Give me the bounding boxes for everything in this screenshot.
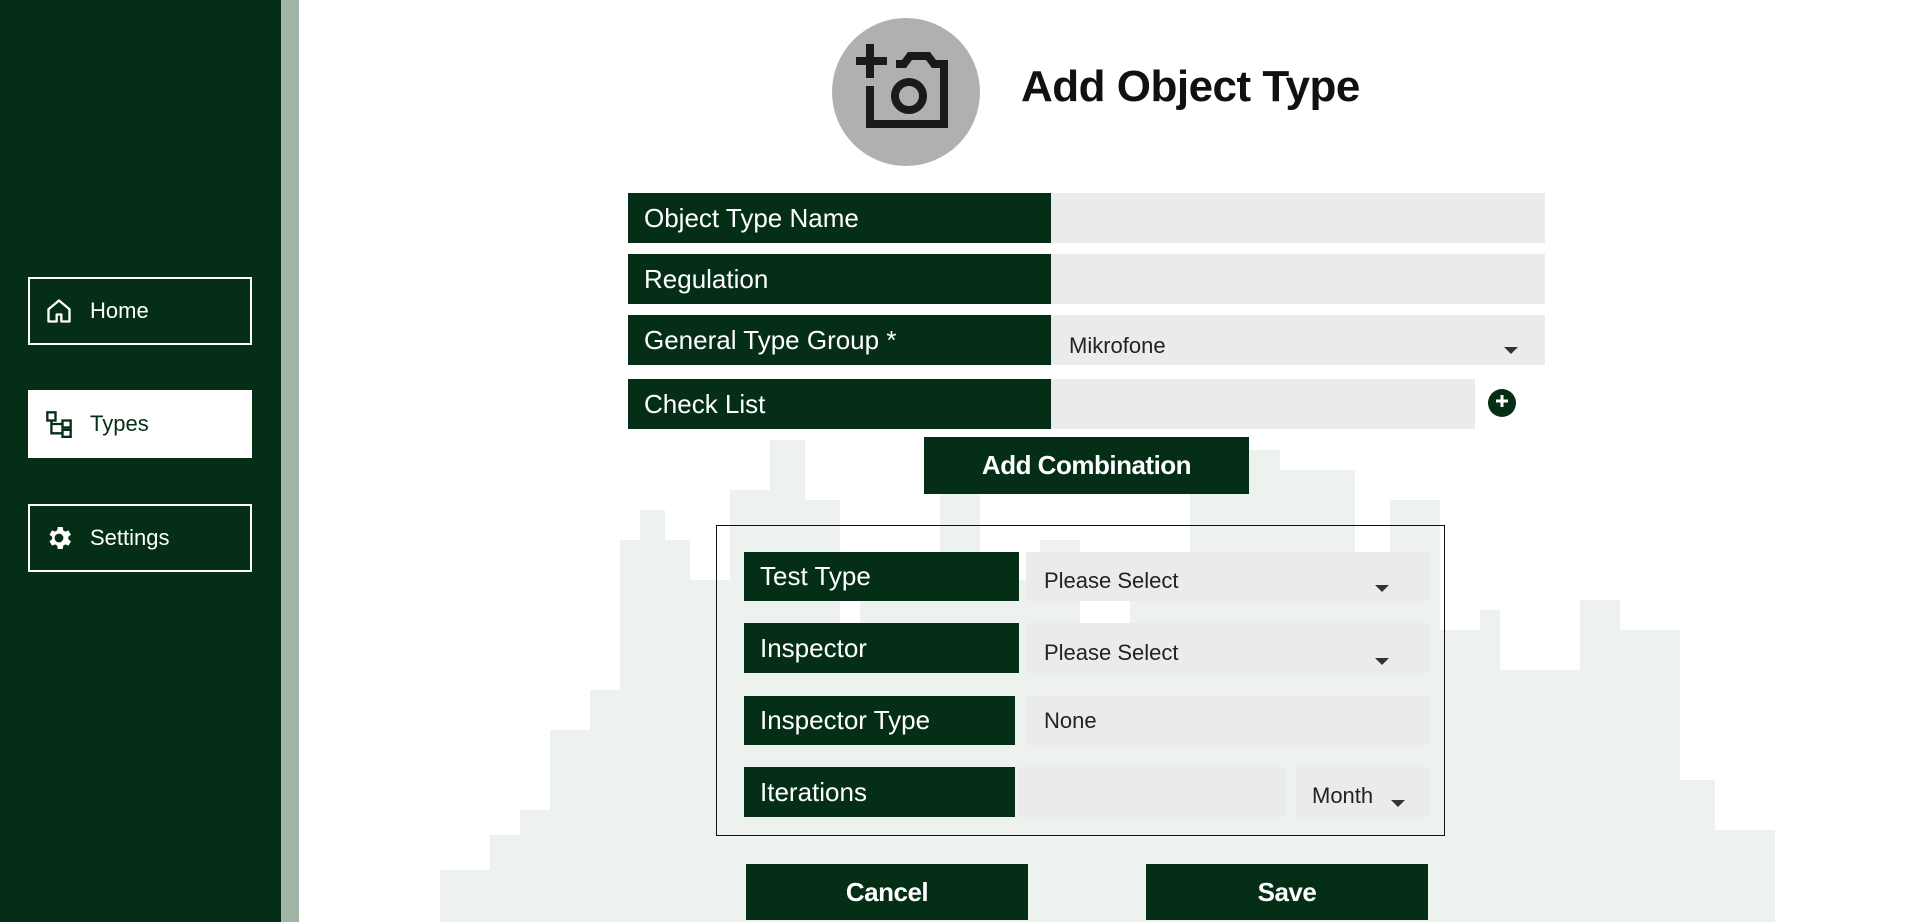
- inspector-type-value: None: [1026, 696, 1429, 745]
- iterations-label: Iterations: [744, 767, 1015, 817]
- sidebar-item-home[interactable]: Home: [28, 277, 252, 345]
- page-title: Add Object Type: [1021, 62, 1360, 111]
- regulation-input[interactable]: [1051, 254, 1545, 304]
- add-combination-button[interactable]: Add Combination: [924, 437, 1249, 494]
- add-photo-icon: [853, 40, 956, 145]
- inspector-label: Inspector: [744, 623, 1019, 673]
- home-icon: [44, 296, 74, 326]
- inspector-type-label: Inspector Type: [744, 696, 1015, 745]
- check-list-input[interactable]: [1051, 379, 1475, 429]
- general-type-group-select[interactable]: Mikrofone: [1051, 315, 1545, 365]
- regulation-label: Regulation: [628, 254, 1051, 304]
- test-type-value: Please Select: [1044, 567, 1179, 593]
- general-type-group-label: General Type Group *: [628, 315, 1051, 365]
- general-type-group-value: Mikrofone: [1069, 333, 1166, 358]
- object-type-name-input[interactable]: [1051, 193, 1545, 243]
- save-button[interactable]: Save: [1146, 864, 1428, 920]
- check-list-label: Check List: [628, 379, 1051, 429]
- sidebar-item-types[interactable]: Types: [28, 390, 252, 458]
- iterations-input[interactable]: [1017, 767, 1285, 817]
- object-type-name-label: Object Type Name: [628, 193, 1051, 243]
- sidebar-item-label: Types: [90, 411, 149, 436]
- hierarchy-icon: [44, 409, 74, 439]
- chevron-down-icon: [1375, 658, 1389, 665]
- cancel-button[interactable]: Cancel: [746, 864, 1028, 920]
- chevron-down-icon: [1504, 347, 1518, 354]
- test-type-select[interactable]: Please Select: [1026, 552, 1429, 601]
- sidebar-item-settings[interactable]: Settings: [28, 504, 252, 572]
- iterations-unit-select[interactable]: Month: [1296, 767, 1429, 817]
- chevron-down-icon: [1375, 585, 1389, 592]
- inspector-select[interactable]: Please Select: [1026, 623, 1429, 673]
- sidebar: Home Types Settings: [0, 0, 281, 922]
- sidebar-item-label: Settings: [90, 525, 170, 550]
- iterations-unit-value: Month: [1312, 783, 1374, 808]
- test-type-label: Test Type: [744, 552, 1019, 601]
- add-photo-avatar[interactable]: [832, 18, 980, 166]
- plus-icon: [1494, 393, 1510, 414]
- inspector-value: Please Select: [1044, 640, 1179, 665]
- sidebar-edge: [281, 0, 299, 922]
- gear-icon: [44, 523, 74, 553]
- add-check-list-button[interactable]: [1488, 389, 1516, 417]
- sidebar-item-label: Home: [90, 298, 149, 323]
- chevron-down-icon: [1391, 800, 1405, 807]
